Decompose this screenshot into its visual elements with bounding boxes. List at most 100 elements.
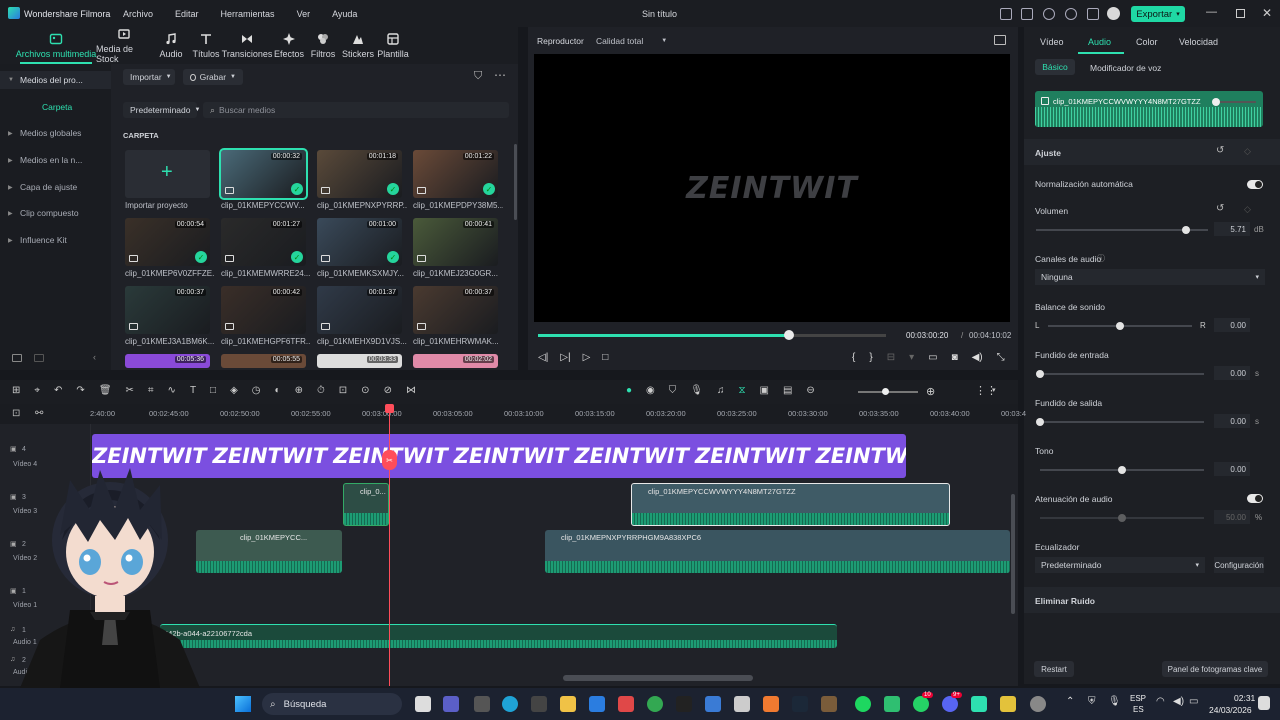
delete-icon[interactable]: 🗑	[99, 385, 112, 396]
media-thumbnail[interactable]: 00:01:18 ✓	[317, 150, 402, 198]
tab-transiciones[interactable]: Transiciones	[222, 27, 272, 64]
video-preview[interactable]: ZEINTWIT	[534, 54, 1010, 322]
language-label[interactable]: ESP	[1130, 694, 1146, 703]
volume-slider[interactable]	[1036, 226, 1208, 234]
sticker-tool-icon[interactable]: ⊘	[384, 385, 392, 396]
playhead-handle[interactable]	[385, 404, 394, 413]
fade-in-value[interactable]: 0.00	[1214, 366, 1250, 380]
video3-clip-a[interactable]: clip_0...	[343, 483, 389, 526]
chevron-down-icon[interactable]: ▾	[992, 386, 996, 394]
snapshot-image-icon[interactable]	[994, 35, 1006, 45]
sidebar-item-capa-ajuste[interactable]: ▶ Capa de ajuste	[0, 178, 111, 196]
filter-icon[interactable]: ⛉	[474, 70, 482, 83]
volume-icon[interactable]: ◀)	[972, 352, 983, 363]
timer-icon[interactable]: ⏱	[317, 385, 325, 396]
ducking-slider[interactable]	[1040, 514, 1204, 522]
pip-icon[interactable]: ▣	[760, 385, 769, 396]
record-button[interactable]: Grabar ▼	[183, 69, 243, 85]
obs-icon[interactable]	[1030, 696, 1046, 712]
stop-icon[interactable]: □	[602, 352, 608, 363]
play-circle-icon[interactable]: ◉	[646, 385, 655, 396]
reset-button[interactable]: Restart	[1034, 661, 1074, 677]
camera-icon[interactable]: ◙	[952, 352, 958, 363]
stabilize-icon[interactable]: ⊕	[295, 385, 303, 396]
mask-icon[interactable]: ◈	[230, 385, 238, 396]
fullscreen-icon[interactable]: ⤡	[997, 352, 1005, 363]
layout-icon[interactable]	[1000, 8, 1012, 20]
import-button[interactable]: Importar ▼	[123, 69, 175, 85]
audio-tool-icon[interactable]: ∿	[168, 385, 176, 396]
speaker-icon[interactable]: ◀)	[1173, 696, 1184, 707]
ai-app-icon[interactable]	[531, 696, 547, 712]
ducking-value[interactable]: 50.00	[1214, 510, 1250, 524]
more-options-icon[interactable]: ⋯	[494, 68, 506, 82]
filmora-taskbar-icon[interactable]	[971, 696, 987, 712]
battery-icon[interactable]: ▭	[1189, 696, 1198, 707]
microphone-icon[interactable]: 🎙	[690, 385, 703, 396]
keyframe-tool-icon[interactable]: ⊡	[339, 385, 347, 396]
tab-archivos-multimedia[interactable]: Archivos multimedia	[12, 27, 100, 64]
clip-volume-track[interactable]	[1216, 101, 1256, 103]
video3-clip-b[interactable]: clip_01KMEPYCCWVWYYY4N8MT27GTZZ	[631, 483, 950, 526]
gift-icon[interactable]	[1087, 8, 1099, 20]
app-brown-icon[interactable]	[821, 696, 837, 712]
store-icon[interactable]	[589, 696, 605, 712]
spotify-icon[interactable]	[855, 696, 871, 712]
play-frame-icon[interactable]: ▷|	[560, 352, 570, 363]
media-thumbnail-partial[interactable]: 00:02:02	[413, 354, 498, 368]
play-icon[interactable]: ▷	[583, 352, 591, 363]
rectangle-icon[interactable]: □	[210, 385, 216, 396]
close-icon[interactable]: ✕	[1262, 6, 1272, 20]
microphone-tray-icon[interactable]: 🎙	[1108, 696, 1121, 707]
minimize-icon[interactable]: —	[1206, 6, 1217, 18]
playback-scrubber[interactable]	[538, 330, 886, 340]
zoom-slider-handle[interactable]	[882, 388, 889, 395]
menu-archivo[interactable]: Archivo	[123, 9, 153, 19]
media-thumbnail[interactable]: 00:00:54 ✓	[125, 218, 210, 266]
zoom-slider[interactable]	[858, 388, 918, 395]
clip-volume-handle[interactable]	[1212, 98, 1220, 106]
sidebar-item-clip-compuesto[interactable]: ▶ Clip compuesto	[0, 204, 111, 222]
new-folder-icon[interactable]	[12, 354, 22, 362]
text-tool-icon[interactable]: T	[190, 385, 196, 396]
edge-icon[interactable]	[502, 696, 518, 712]
volume-slider-handle[interactable]	[1181, 226, 1190, 234]
pitch-value[interactable]: 0.00	[1214, 462, 1250, 476]
menu-ver[interactable]: Ver	[297, 9, 311, 19]
tab-stickers[interactable]: Stickers	[341, 27, 375, 64]
search-input[interactable]: Buscar medios	[219, 105, 275, 115]
media-thumbnail[interactable]: 00:01:22 ✓	[413, 150, 498, 198]
volume-reset-icon[interactable]: ↺	[1216, 203, 1224, 214]
ducking-slider-handle[interactable]	[1118, 514, 1126, 522]
split-icon[interactable]: ✂	[126, 385, 134, 396]
display-icon[interactable]: ▭	[928, 352, 937, 363]
taskbar-search[interactable]: ⌕ Búsqueda	[262, 693, 402, 715]
steam-icon[interactable]	[792, 696, 808, 712]
file-explorer-icon[interactable]	[560, 696, 576, 712]
keyframe-panel-button[interactable]: Panel de fotogramas clave	[1162, 661, 1268, 677]
import-project-tile[interactable]: +	[125, 150, 210, 198]
whatsapp-icon[interactable]	[913, 696, 929, 712]
sidebar-item-medios-globales[interactable]: ▶ Medios globales	[0, 124, 111, 142]
fade-in-slider-handle[interactable]	[1036, 370, 1044, 378]
speed-icon[interactable]: ◷	[252, 385, 261, 396]
channels-dropdown[interactable]: Ninguna ▾	[1035, 269, 1265, 285]
media-thumbnail[interactable]: 00:00:41	[413, 218, 498, 266]
reset-icon[interactable]: ↺	[1216, 145, 1224, 156]
menu-ayuda[interactable]: Ayuda	[332, 9, 357, 19]
timeline-horizontal-scrollbar[interactable]	[563, 675, 753, 681]
mark-in-icon[interactable]: {	[852, 352, 855, 363]
snap-icon[interactable]: ⧖	[738, 385, 745, 396]
notification-icon[interactable]	[1258, 696, 1270, 710]
sidebar-item-carpeta[interactable]: Carpeta	[0, 98, 111, 116]
mark-out-icon[interactable]: }	[869, 352, 872, 363]
app-red-icon[interactable]	[618, 696, 634, 712]
info-icon[interactable]: ⓘ	[1097, 253, 1105, 264]
tab-velocidad[interactable]: Velocidad	[1179, 37, 1218, 47]
chrome-icon[interactable]	[647, 696, 663, 712]
select-tool-icon[interactable]: ⌖	[34, 385, 40, 396]
tab-plantilla[interactable]: Plantilla	[377, 27, 409, 64]
headset-icon[interactable]	[1065, 8, 1077, 20]
app-light-icon[interactable]	[734, 696, 750, 712]
cloud-icon[interactable]	[1043, 8, 1055, 20]
